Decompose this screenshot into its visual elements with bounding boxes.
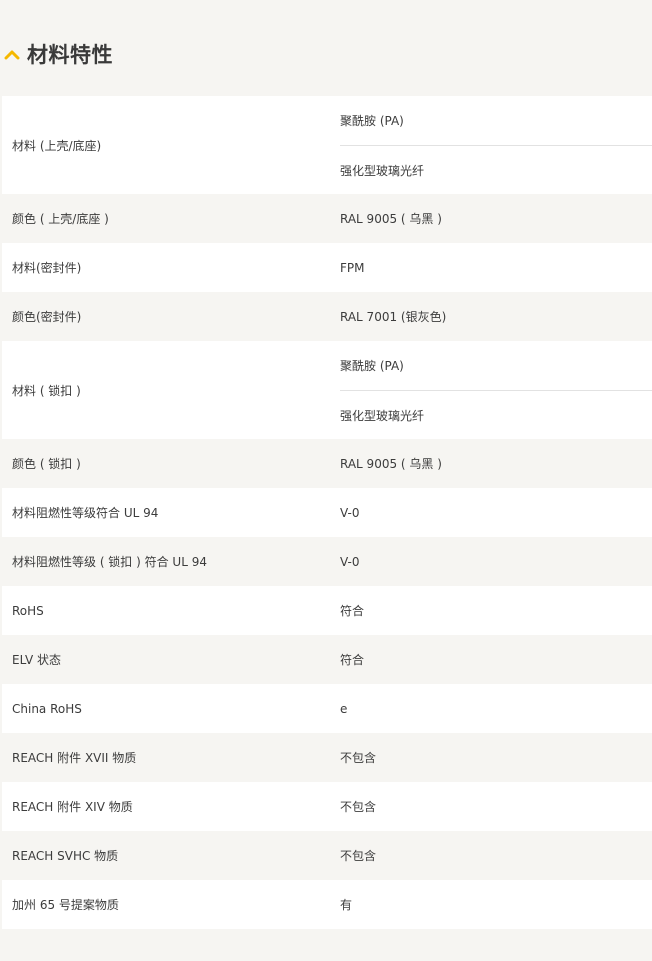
property-value: 符合	[340, 604, 365, 618]
property-values: V-0	[340, 537, 652, 586]
property-value: 有	[340, 898, 353, 912]
property-values: 符合	[340, 586, 652, 635]
property-value: 不包含	[340, 849, 377, 863]
table-row: REACH 附件 XIV 物质 不包含	[2, 782, 652, 831]
table-row: ELV 状态 符合	[2, 635, 652, 684]
property-label: 颜色 ( 锁扣 )	[12, 457, 81, 471]
property-label: 材料阻燃性等级 ( 锁扣 ) 符合 UL 94	[12, 555, 207, 569]
property-values: 不包含	[340, 831, 652, 880]
property-label: 材料(密封件)	[12, 261, 82, 275]
properties-table: 材料 (上壳/底座) 聚酰胺 (PA) 强化型玻璃光纤 颜色 ( 上壳/底座 ) RAL…	[2, 96, 652, 929]
property-value: V-0	[340, 505, 360, 520]
property-label: ELV 状态	[12, 653, 61, 667]
section-header-material-properties[interactable]: 材料特性	[0, 36, 113, 72]
property-label: 颜色 ( 上壳/底座 )	[12, 212, 109, 226]
table-row: 颜色(密封件) RAL 7001 (银灰色)	[2, 292, 652, 341]
property-label: REACH 附件 XIV 物质	[12, 800, 133, 814]
table-row: 材料 (上壳/底座) 聚酰胺 (PA) 强化型玻璃光纤	[2, 96, 652, 194]
table-row: 颜色 ( 上壳/底座 ) RAL 9005 ( 乌黑 )	[2, 194, 652, 243]
property-values: 不包含	[340, 733, 652, 782]
property-label: 颜色(密封件)	[12, 310, 82, 324]
property-value: 强化型玻璃光纤	[340, 390, 652, 439]
property-value: RAL 9005 ( 乌黑 )	[340, 457, 442, 471]
table-row: 材料(密封件) FPM	[2, 243, 652, 292]
property-values: RAL 9005 ( 乌黑 )	[340, 439, 652, 488]
property-values: RAL 9005 ( 乌黑 )	[340, 194, 652, 243]
property-label: REACH 附件 XVII 物质	[12, 751, 137, 765]
property-values: e	[340, 684, 652, 733]
property-value: 聚酰胺 (PA)	[340, 359, 404, 373]
property-values: 有	[340, 880, 652, 929]
property-value: V-0	[340, 554, 360, 569]
property-values: V-0	[340, 488, 652, 537]
property-values: 符合	[340, 635, 652, 684]
property-values: FPM	[340, 243, 652, 292]
property-values: 聚酰胺 (PA) 强化型玻璃光纤	[340, 96, 652, 194]
table-row: REACH 附件 XVII 物质 不包含	[2, 733, 652, 782]
table-row: REACH SVHC 物质 不包含	[2, 831, 652, 880]
property-values: RAL 7001 (银灰色)	[340, 292, 652, 341]
property-value: RAL 7001 (银灰色)	[340, 310, 447, 324]
property-label: 材料 ( 锁扣 )	[12, 383, 81, 398]
property-value: 不包含	[340, 800, 377, 814]
table-row: RoHS 符合	[2, 586, 652, 635]
property-label: 材料阻燃性等级符合 UL 94	[12, 506, 159, 520]
property-label: 加州 65 号提案物质	[12, 898, 119, 912]
property-label: 材料 (上壳/底座)	[12, 138, 102, 153]
table-row: 材料 ( 锁扣 ) 聚酰胺 (PA) 强化型玻璃光纤	[2, 341, 652, 439]
property-value: RAL 9005 ( 乌黑 )	[340, 212, 442, 226]
property-values: 聚酰胺 (PA) 强化型玻璃光纤	[340, 341, 652, 439]
property-value: FPM	[340, 260, 365, 275]
property-value: e	[340, 701, 348, 716]
property-label: REACH SVHC 物质	[12, 849, 119, 863]
property-values: 不包含	[340, 782, 652, 831]
section-title: 材料特性	[27, 43, 113, 67]
table-row: 颜色 ( 锁扣 ) RAL 9005 ( 乌黑 )	[2, 439, 652, 488]
property-value: 聚酰胺 (PA)	[340, 114, 404, 128]
property-value: 强化型玻璃光纤	[340, 145, 652, 194]
table-row: 材料阻燃性等级 ( 锁扣 ) 符合 UL 94 V-0	[2, 537, 652, 586]
property-label: RoHS	[12, 603, 44, 618]
chevron-up-icon[interactable]	[0, 42, 24, 66]
property-label: China RoHS	[12, 701, 82, 716]
property-value: 符合	[340, 653, 365, 667]
table-row: China RoHS e	[2, 684, 652, 733]
table-row: 加州 65 号提案物质 有	[2, 880, 652, 929]
table-row: 材料阻燃性等级符合 UL 94 V-0	[2, 488, 652, 537]
property-value: 不包含	[340, 751, 377, 765]
